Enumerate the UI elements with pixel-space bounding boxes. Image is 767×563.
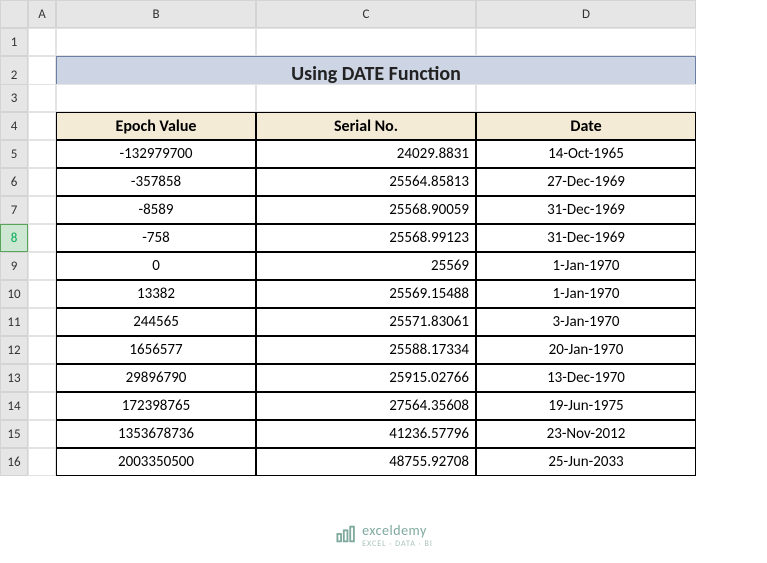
row-header[interactable]: 10: [0, 280, 28, 308]
row-header[interactable]: 11: [0, 308, 28, 336]
table-row[interactable]: 172398765: [56, 392, 256, 420]
table-row[interactable]: 25915.02766: [256, 364, 476, 392]
row-header[interactable]: 12: [0, 336, 28, 364]
table-row[interactable]: 23-Nov-2012: [476, 420, 696, 448]
table-row[interactable]: 19-Jun-1975: [476, 392, 696, 420]
watermark-tagline: EXCEL · DATA · BI: [362, 539, 433, 549]
cell[interactable]: [28, 28, 56, 56]
table-row[interactable]: 41236.57796: [256, 420, 476, 448]
cell[interactable]: [256, 84, 476, 112]
cell[interactable]: [476, 84, 696, 112]
watermark-text: exceldemy: [362, 522, 427, 539]
cell[interactable]: [28, 280, 56, 308]
table-row[interactable]: 25588.17334: [256, 336, 476, 364]
cell[interactable]: [28, 308, 56, 336]
row-header[interactable]: 1: [0, 28, 28, 56]
table-row[interactable]: 13382: [56, 280, 256, 308]
row-header[interactable]: 3: [0, 84, 28, 112]
row-header[interactable]: 13: [0, 364, 28, 392]
table-row[interactable]: 14-Oct-1965: [476, 140, 696, 168]
cell[interactable]: [28, 364, 56, 392]
cell[interactable]: [28, 224, 56, 252]
table-row[interactable]: 25571.83061: [256, 308, 476, 336]
table-row[interactable]: 1656577: [56, 336, 256, 364]
table-row[interactable]: -8589: [56, 196, 256, 224]
table-row[interactable]: 1-Jan-1970: [476, 252, 696, 280]
cell[interactable]: [28, 392, 56, 420]
row-header[interactable]: 15: [0, 420, 28, 448]
table-row[interactable]: 25-Jun-2033: [476, 448, 696, 476]
cell[interactable]: [28, 112, 56, 140]
table-row[interactable]: 25569: [256, 252, 476, 280]
cell[interactable]: [56, 28, 256, 56]
table-row[interactable]: 24029.8831: [256, 140, 476, 168]
cell[interactable]: [28, 420, 56, 448]
table-row[interactable]: -758: [56, 224, 256, 252]
table-row[interactable]: 29896790: [56, 364, 256, 392]
table-header-serial[interactable]: Serial No.: [256, 112, 476, 140]
col-header-b[interactable]: B: [56, 0, 256, 28]
spreadsheet-grid: A B C D 1 2 Using DATE Function 3 4 Epoc…: [0, 0, 767, 476]
table-row[interactable]: 1-Jan-1970: [476, 280, 696, 308]
table-row[interactable]: -357858: [56, 168, 256, 196]
watermark: exceldemy EXCEL · DATA · BI: [334, 522, 433, 549]
col-header-d[interactable]: D: [476, 0, 696, 28]
table-row[interactable]: 25568.90059: [256, 196, 476, 224]
table-row[interactable]: 31-Dec-1969: [476, 196, 696, 224]
row-header[interactable]: 5: [0, 140, 28, 168]
table-row[interactable]: 48755.92708: [256, 448, 476, 476]
table-row[interactable]: 0: [56, 252, 256, 280]
cell[interactable]: [28, 336, 56, 364]
table-row[interactable]: -132979700: [56, 140, 256, 168]
cell[interactable]: [28, 252, 56, 280]
table-row[interactable]: 31-Dec-1969: [476, 224, 696, 252]
cell[interactable]: [28, 84, 56, 112]
col-header-a[interactable]: A: [28, 0, 56, 28]
table-row[interactable]: 2003350500: [56, 448, 256, 476]
table-row[interactable]: 3-Jan-1970: [476, 308, 696, 336]
cell[interactable]: [28, 140, 56, 168]
table-row[interactable]: 25568.99123: [256, 224, 476, 252]
cell[interactable]: [56, 84, 256, 112]
row-header[interactable]: 6: [0, 168, 28, 196]
cell[interactable]: [28, 448, 56, 476]
table-header-epoch[interactable]: Epoch Value: [56, 112, 256, 140]
row-header-selected[interactable]: 8: [0, 224, 28, 252]
table-row[interactable]: 1353678736: [56, 420, 256, 448]
table-header-date[interactable]: Date: [476, 112, 696, 140]
row-header[interactable]: 16: [0, 448, 28, 476]
table-row[interactable]: 20-Jan-1970: [476, 336, 696, 364]
table-row[interactable]: 244565: [56, 308, 256, 336]
table-row[interactable]: 27-Dec-1969: [476, 168, 696, 196]
row-header[interactable]: 9: [0, 252, 28, 280]
cell[interactable]: [476, 28, 696, 56]
row-header[interactable]: 7: [0, 196, 28, 224]
table-row[interactable]: 27564.35608: [256, 392, 476, 420]
col-header-c[interactable]: C: [256, 0, 476, 28]
bar-chart-icon: [334, 523, 356, 549]
cell[interactable]: [28, 196, 56, 224]
row-header[interactable]: 4: [0, 112, 28, 140]
row-header[interactable]: 14: [0, 392, 28, 420]
table-row[interactable]: 25569.15488: [256, 280, 476, 308]
table-row[interactable]: 13-Dec-1970: [476, 364, 696, 392]
cell[interactable]: [28, 168, 56, 196]
select-all-corner[interactable]: [0, 0, 28, 28]
cell[interactable]: [256, 28, 476, 56]
table-row[interactable]: 25564.85813: [256, 168, 476, 196]
